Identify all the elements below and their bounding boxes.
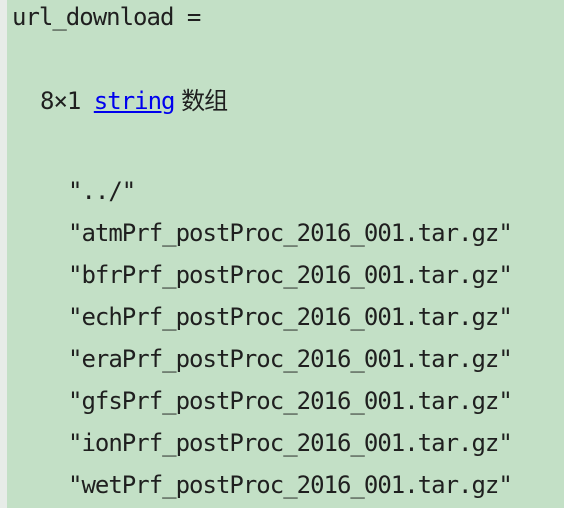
command-window-output: url_download = 8×1 string 数组 "../" "atmP… (0, 0, 564, 508)
array-value: "atmPrf_postProc_2016_001.tar.gz" (68, 219, 513, 247)
array-dimensions: 8×1 (40, 87, 94, 115)
array-size-line: 8×1 string 数组 (40, 86, 228, 116)
array-value: "bfrPrf_postProc_2016_001.tar.gz" (68, 261, 513, 289)
array-value: "gfsPrf_postProc_2016_001.tar.gz" (68, 387, 513, 415)
array-value: "../" (68, 177, 136, 205)
array-value: "echPrf_postProc_2016_001.tar.gz" (68, 303, 513, 331)
array-value: "ionPrf_postProc_2016_001.tar.gz" (68, 429, 513, 457)
array-type-suffix: 数组 (174, 87, 228, 115)
string-array-values: "../" "atmPrf_postProc_2016_001.tar.gz" … (68, 170, 513, 506)
string-type-link[interactable]: string (94, 87, 176, 115)
variable-assignment-line: url_download = (12, 3, 201, 31)
array-value: "wetPrf_postProc_2016_001.tar.gz" (68, 471, 513, 499)
left-margin-strip (0, 0, 7, 508)
array-value: "eraPrf_postProc_2016_001.tar.gz" (68, 345, 513, 373)
